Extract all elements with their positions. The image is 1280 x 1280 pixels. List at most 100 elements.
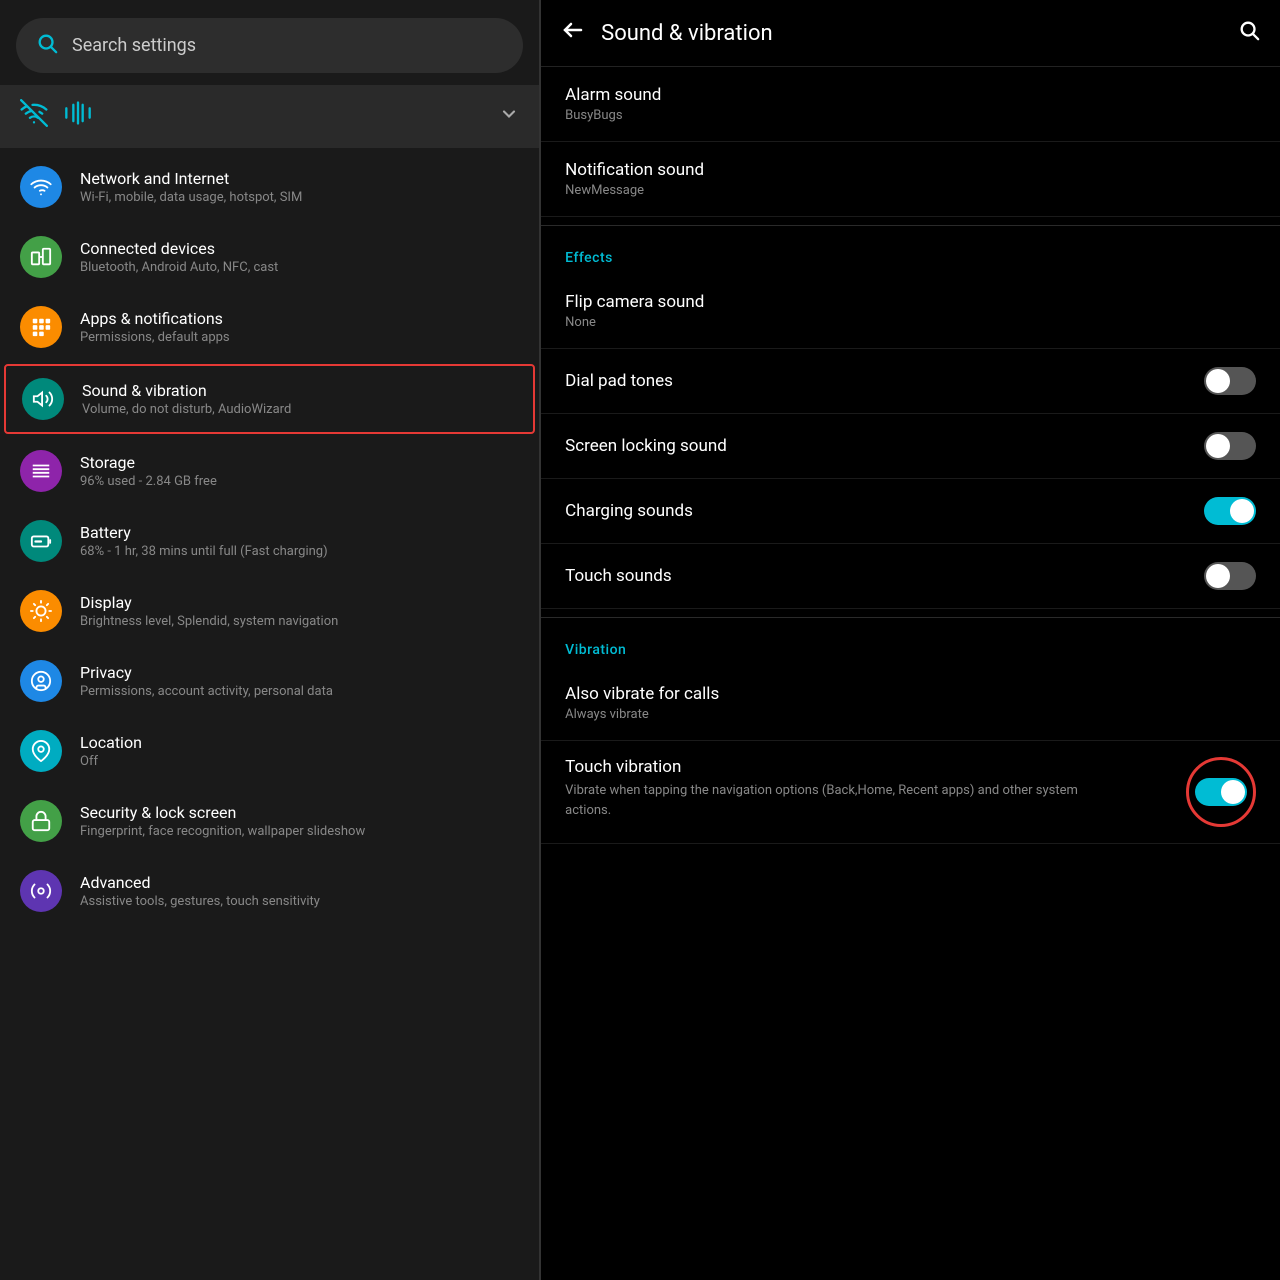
privacy-title: Privacy: [80, 663, 333, 682]
search-bar[interactable]: Search settings: [16, 18, 523, 73]
security-text: Security & lock screen Fingerprint, face…: [80, 803, 365, 839]
vibrate-calls-sublabel: Always vibrate: [565, 707, 719, 722]
touch-vib-label: Touch vibration: [565, 757, 1085, 777]
notification-sublabel: NewMessage: [565, 183, 704, 198]
touch-toggle-knob: [1206, 564, 1230, 588]
sidebar-item-storage[interactable]: Storage 96% used - 2.84 GB free: [0, 436, 539, 506]
flip-sublabel: None: [565, 315, 704, 330]
vibrate-calls-item[interactable]: Also vibrate for calls Always vibrate: [541, 666, 1280, 741]
advanced-subtitle: Assistive tools, gestures, touch sensiti…: [80, 894, 320, 909]
battery-icon: [20, 520, 62, 562]
sound-banner[interactable]: [0, 85, 539, 148]
advanced-text: Advanced Assistive tools, gestures, touc…: [80, 873, 320, 909]
sidebar-item-battery[interactable]: Battery 68% - 1 hr, 38 mins until full (…: [0, 506, 539, 576]
storage-title: Storage: [80, 453, 217, 472]
touch-sounds-item[interactable]: Touch sounds: [541, 544, 1280, 609]
sound-item-icon: [22, 378, 64, 420]
touch-vib-desc: Vibrate when tapping the navigation opti…: [565, 781, 1085, 820]
vibration-divider: [541, 617, 1280, 618]
apps-title: Apps & notifications: [80, 309, 230, 328]
privacy-text: Privacy Permissions, account activity, p…: [80, 663, 333, 699]
sound-subtitle: Volume, do not disturb, AudioWizard: [82, 402, 291, 417]
notification-label-group: Notification sound NewMessage: [565, 160, 704, 198]
right-header: Sound & vibration: [541, 0, 1280, 67]
right-panel: Sound & vibration Alarm sound BusyBugs N…: [541, 0, 1280, 1280]
storage-subtitle: 96% used - 2.84 GB free: [80, 474, 217, 489]
sidebar-item-location[interactable]: Location Off: [0, 716, 539, 786]
sidebar-item-advanced[interactable]: Advanced Assistive tools, gestures, touc…: [0, 856, 539, 926]
advanced-title: Advanced: [80, 873, 320, 892]
privacy-subtitle: Permissions, account activity, personal …: [80, 684, 333, 699]
battery-subtitle: 68% - 1 hr, 38 mins until full (Fast cha…: [80, 544, 328, 559]
connected-text: Connected devices Bluetooth, Android Aut…: [80, 239, 278, 275]
notification-sound-item[interactable]: Notification sound NewMessage: [541, 142, 1280, 217]
effects-section-header: Effects: [541, 234, 1280, 274]
dial-pad-toggle[interactable]: [1204, 367, 1256, 395]
sound-banner-icons: [20, 99, 479, 134]
charging-sounds-item[interactable]: Charging sounds: [541, 479, 1280, 544]
alarm-label: Alarm sound: [565, 85, 661, 105]
touch-toggle[interactable]: [1204, 562, 1256, 590]
right-content: Alarm sound BusyBugs Notification sound …: [541, 67, 1280, 1280]
sound-title: Sound & vibration: [82, 381, 291, 400]
sidebar-item-network[interactable]: Network and Internet Wi-Fi, mobile, data…: [0, 152, 539, 222]
dial-pad-toggle-knob: [1206, 369, 1230, 393]
chevron-down-icon[interactable]: [499, 104, 519, 129]
screen-lock-toggle[interactable]: [1204, 432, 1256, 460]
sound-wave-icon: [20, 99, 48, 134]
screen-lock-label-group: Screen locking sound: [565, 436, 727, 456]
location-title: Location: [80, 733, 142, 752]
security-icon: [20, 800, 62, 842]
search-icon: [36, 32, 58, 59]
storage-icon: [20, 450, 62, 492]
connected-subtitle: Bluetooth, Android Auto, NFC, cast: [80, 260, 278, 275]
vibrate-calls-label: Also vibrate for calls: [565, 684, 719, 704]
touch-vib-label-group: Touch vibration Vibrate when tapping the…: [565, 757, 1085, 820]
security-title: Security & lock screen: [80, 803, 365, 822]
sidebar-item-security[interactable]: Security & lock screen Fingerprint, face…: [0, 786, 539, 856]
charging-toggle-knob: [1230, 499, 1254, 523]
touch-label: Touch sounds: [565, 566, 671, 586]
charging-toggle[interactable]: [1204, 497, 1256, 525]
sidebar-item-display[interactable]: Display Brightness level, Splendid, syst…: [0, 576, 539, 646]
flip-label-group: Flip camera sound None: [565, 292, 704, 330]
effects-divider: [541, 225, 1280, 226]
left-panel: Search settings: [0, 0, 539, 1280]
settings-list: Network and Internet Wi-Fi, mobile, data…: [0, 152, 539, 1280]
back-button[interactable]: [561, 18, 585, 48]
location-text: Location Off: [80, 733, 142, 769]
vibration-icon: [64, 99, 92, 134]
display-title: Display: [80, 593, 338, 612]
flip-camera-item[interactable]: Flip camera sound None: [541, 274, 1280, 349]
sidebar-item-privacy[interactable]: Privacy Permissions, account activity, p…: [0, 646, 539, 716]
touch-vibration-highlight: [1186, 757, 1256, 827]
security-subtitle: Fingerprint, face recognition, wallpaper…: [80, 824, 365, 839]
dial-label: Dial pad tones: [565, 371, 673, 391]
alarm-sound-item[interactable]: Alarm sound BusyBugs: [541, 67, 1280, 142]
right-search-icon[interactable]: [1238, 19, 1260, 47]
location-subtitle: Off: [80, 754, 142, 769]
battery-text: Battery 68% - 1 hr, 38 mins until full (…: [80, 523, 328, 559]
touch-vibration-item[interactable]: Touch vibration Vibrate when tapping the…: [541, 741, 1280, 844]
notification-label: Notification sound: [565, 160, 704, 180]
sidebar-item-connected[interactable]: Connected devices Bluetooth, Android Aut…: [0, 222, 539, 292]
display-subtitle: Brightness level, Splendid, system navig…: [80, 614, 338, 629]
privacy-icon: [20, 660, 62, 702]
display-icon: [20, 590, 62, 632]
charging-label: Charging sounds: [565, 501, 693, 521]
sidebar-item-apps[interactable]: Apps & notifications Permissions, defaul…: [0, 292, 539, 362]
network-text: Network and Internet Wi-Fi, mobile, data…: [80, 169, 302, 205]
connected-title: Connected devices: [80, 239, 278, 258]
display-text: Display Brightness level, Splendid, syst…: [80, 593, 338, 629]
dial-pad-item[interactable]: Dial pad tones: [541, 349, 1280, 414]
network-icon: [20, 166, 62, 208]
right-panel-title: Sound & vibration: [601, 21, 1222, 46]
touch-vib-toggle[interactable]: [1195, 778, 1247, 806]
screen-lock-item[interactable]: Screen locking sound: [541, 414, 1280, 479]
vibration-section-header: Vibration: [541, 626, 1280, 666]
storage-text: Storage 96% used - 2.84 GB free: [80, 453, 217, 489]
location-icon: [20, 730, 62, 772]
search-input-label: Search settings: [72, 35, 196, 56]
network-subtitle: Wi-Fi, mobile, data usage, hotspot, SIM: [80, 190, 302, 205]
sidebar-item-sound[interactable]: Sound & vibration Volume, do not disturb…: [4, 364, 535, 434]
